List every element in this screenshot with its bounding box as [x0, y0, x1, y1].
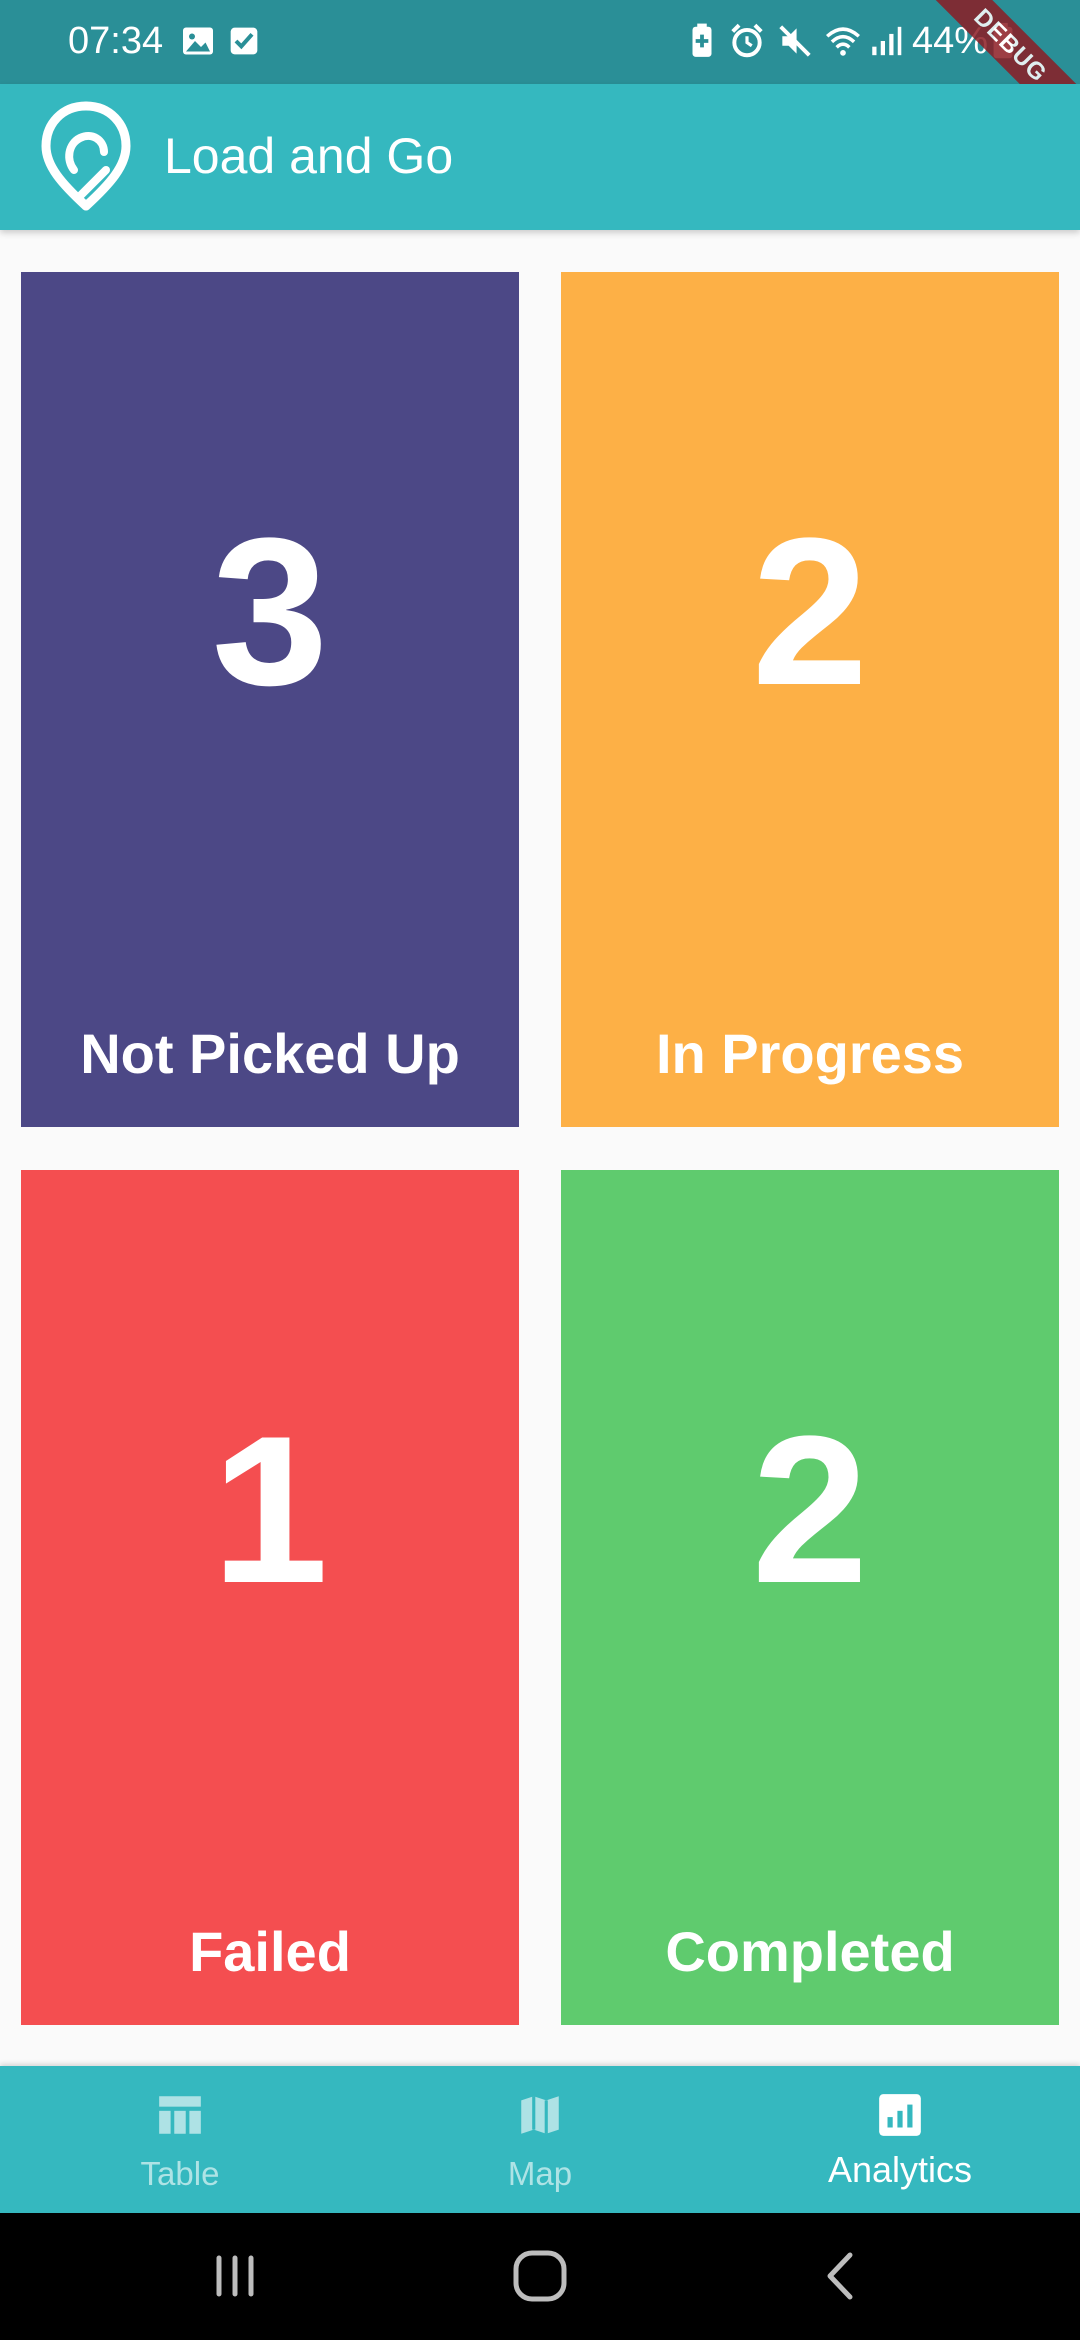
image-icon [183, 27, 213, 55]
tile-count: 3 [211, 494, 329, 729]
status-time: 07:34 [68, 20, 164, 62]
nav-label: Table [140, 2155, 220, 2192]
tile-completed[interactable]: 2 Completed [561, 1170, 1059, 2025]
bottom-navigation: Table Map Analytics [0, 2066, 1080, 2213]
home-icon[interactable] [500, 2243, 580, 2309]
back-icon[interactable] [800, 2243, 880, 2309]
app-title: Load and Go [164, 128, 454, 184]
recents-icon[interactable] [195, 2243, 275, 2309]
status-bar: 07:34 44% DEBUG [0, 0, 1080, 153]
tile-failed[interactable]: 1 Failed [21, 1170, 519, 2025]
table-icon [159, 2096, 201, 2134]
nav-label: Analytics [827, 2149, 973, 2190]
alarm-icon [731, 23, 763, 58]
tile-label: Not Picked Up [80, 1022, 460, 1085]
wifi-icon [826, 27, 860, 56]
signal-icon [872, 26, 902, 56]
tile-in-progress[interactable]: 2 In Progress [561, 272, 1059, 1127]
analytics-icon [879, 2094, 921, 2136]
map-icon [521, 2096, 559, 2134]
battery-saver-icon [692, 23, 712, 57]
tile-label: Failed [189, 1920, 351, 1983]
location-pin-logo-icon [41, 101, 131, 211]
nav-item-analytics[interactable]: Analytics [720, 2066, 1080, 2213]
tile-label: Completed [665, 1920, 955, 1983]
tile-count: 2 [751, 1392, 869, 1627]
tile-not-picked-up[interactable]: 3 Not Picked Up [21, 272, 519, 1127]
mute-icon [779, 25, 811, 57]
system-navigation-bar [0, 2213, 1080, 2340]
app-bar: Load and Go [0, 84, 1080, 230]
tile-label: In Progress [655, 1022, 965, 1085]
nav-label: Map [507, 2155, 573, 2192]
nav-item-map[interactable]: Map [360, 2066, 720, 2213]
tile-count: 1 [211, 1392, 329, 1627]
nav-item-table[interactable]: Table [0, 2066, 360, 2213]
checkbox-icon [230, 27, 258, 55]
tile-count: 2 [751, 494, 869, 729]
